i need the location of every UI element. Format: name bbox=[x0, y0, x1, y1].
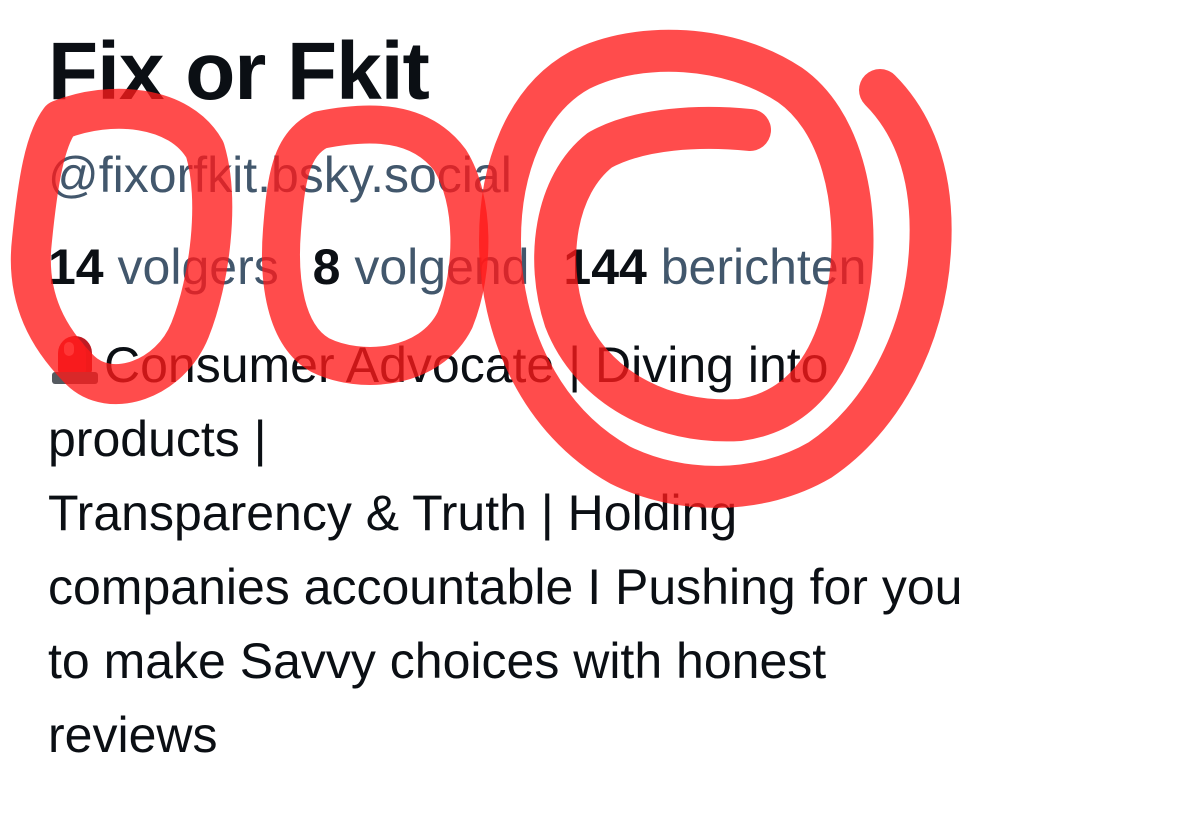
following-label: volgend bbox=[354, 239, 530, 295]
posts-count: 144 bbox=[563, 239, 647, 295]
following-stat-link[interactable]: 8 volgend bbox=[313, 236, 530, 298]
profile-header: Fix or Fkit @fixorfkit.bsky.social 14 vo… bbox=[48, 22, 1148, 772]
bio-line: Transparency & Truth | Holding bbox=[48, 485, 738, 541]
followers-label: volgers bbox=[117, 239, 279, 295]
followers-stat-link[interactable]: 14 volgers bbox=[48, 236, 279, 298]
display-name: Fix or Fkit bbox=[48, 26, 430, 117]
bio-line: companies accountable I Pushing for you bbox=[48, 559, 963, 615]
posts-stat: 144 berichten bbox=[563, 236, 866, 298]
police-siren-icon bbox=[48, 332, 100, 388]
bio-line: to make Savvy choices with honest bbox=[48, 633, 827, 689]
bio-line-text: Consumer Advocate | Diving into bbox=[104, 337, 829, 393]
bio-line: Consumer Advocate | Diving into bbox=[48, 328, 1148, 402]
profile-handle: @fixorfkit.bsky.social bbox=[48, 147, 512, 203]
posts-label: berichten bbox=[660, 239, 867, 295]
profile-bio: Consumer Advocate | Diving into products… bbox=[48, 328, 1148, 772]
following-count: 8 bbox=[312, 239, 341, 295]
followers-count: 14 bbox=[48, 239, 104, 295]
bio-line: reviews bbox=[48, 707, 218, 763]
bio-line: products | bbox=[48, 411, 267, 467]
profile-stats: 14 volgers 8 volgend 144 berichten bbox=[48, 236, 1148, 298]
